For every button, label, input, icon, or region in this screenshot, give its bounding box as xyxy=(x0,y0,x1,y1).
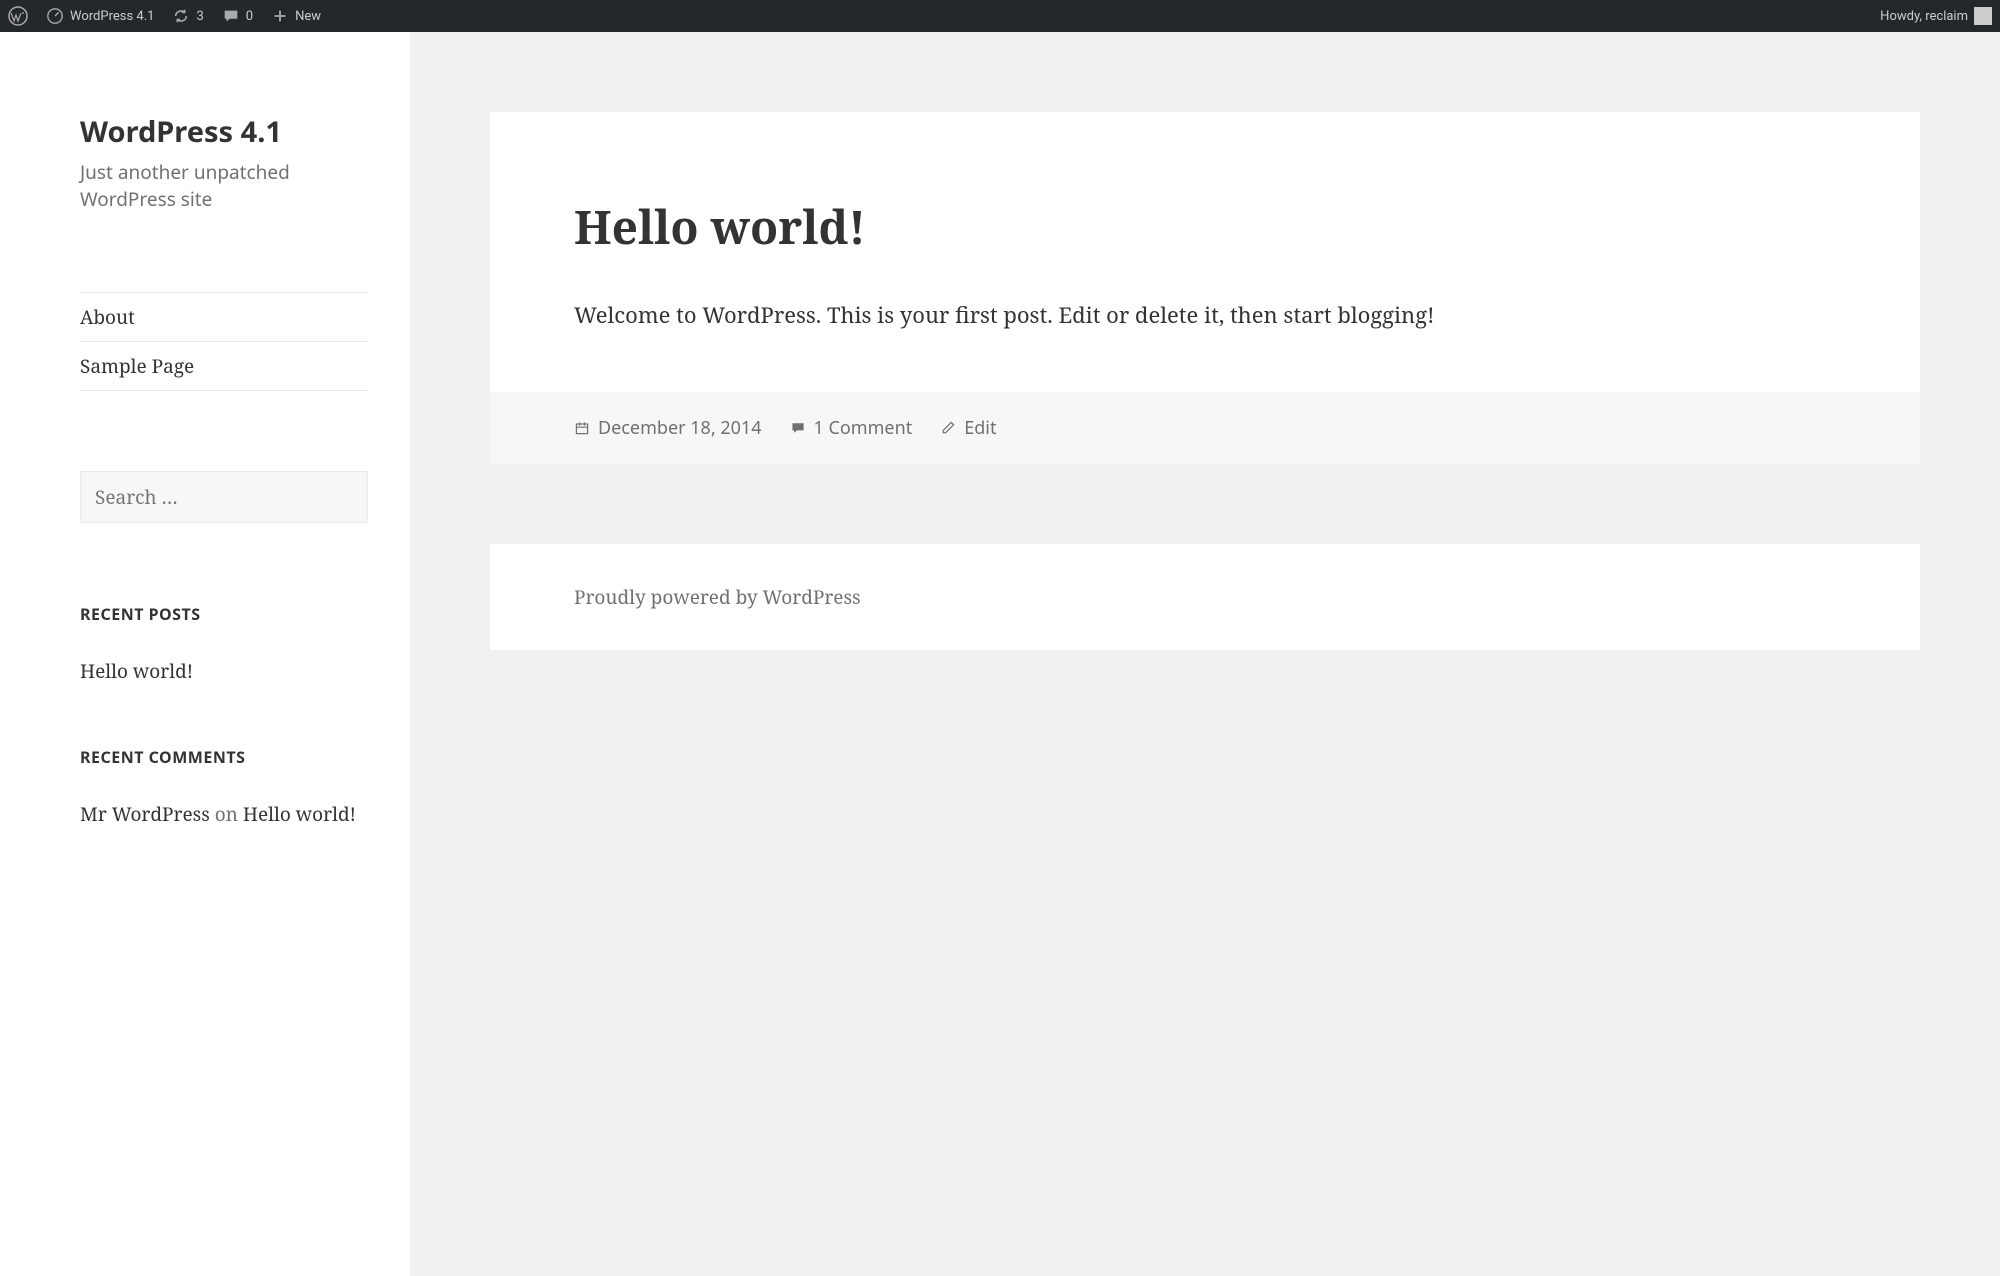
recent-posts-list: Hello world! xyxy=(80,657,368,686)
post-title-link[interactable]: Hello world! xyxy=(574,196,866,258)
powered-by-link[interactable]: Proudly powered by WordPress xyxy=(574,584,861,610)
nav-item-about: About xyxy=(80,293,368,342)
post-content: Welcome to WordPress. This is your first… xyxy=(574,298,1836,332)
recent-comments-title: RECENT COMMENTS xyxy=(80,746,368,768)
nav-item-sample-page: Sample Page xyxy=(80,342,368,391)
comment-post-link[interactable]: Hello world! xyxy=(243,801,356,827)
new-content-menu[interactable]: New xyxy=(271,7,321,25)
post-footer: December 18, 2014 1 Comment Edit xyxy=(490,392,1920,464)
refresh-icon xyxy=(172,7,190,25)
site-tagline: Just another unpatched WordPress site xyxy=(80,159,368,212)
page-wrap: WordPress 4.1 Just another unpatched Wor… xyxy=(0,32,2000,1276)
wordpress-logo-icon xyxy=(8,6,28,26)
post-date-item: December 18, 2014 xyxy=(574,416,762,440)
plus-icon xyxy=(271,7,289,25)
main-content: Hello world! Welcome to WordPress. This … xyxy=(410,32,2000,1276)
sidebar: WordPress 4.1 Just another unpatched Wor… xyxy=(0,32,410,1276)
user-menu[interactable]: Howdy, reclaim xyxy=(1880,7,1992,25)
admin-bar: WordPress 4.1 3 0 New Howdy, reclaim xyxy=(0,0,2000,32)
nav-link-sample-page[interactable]: Sample Page xyxy=(80,342,368,390)
site-title[interactable]: WordPress 4.1 xyxy=(80,112,368,151)
comment-author-link[interactable]: Mr WordPress xyxy=(80,801,210,827)
post-edit-item: Edit xyxy=(940,416,996,440)
list-item: Mr WordPress on Hello world! xyxy=(80,800,368,829)
howdy-text: Howdy, reclaim xyxy=(1880,9,1968,24)
recent-post-link[interactable]: Hello world! xyxy=(80,658,193,684)
comment-icon xyxy=(222,7,240,25)
post-body: Hello world! Welcome to WordPress. This … xyxy=(490,112,1920,392)
search-input[interactable] xyxy=(80,471,368,523)
on-word: on xyxy=(210,801,243,827)
post-edit-link[interactable]: Edit xyxy=(964,416,996,440)
site-name-label: WordPress 4.1 xyxy=(70,9,154,24)
post: Hello world! Welcome to WordPress. This … xyxy=(490,112,1920,464)
post-title[interactable]: Hello world! xyxy=(574,196,1836,258)
calendar-icon xyxy=(574,420,590,436)
comments-menu[interactable]: 0 xyxy=(222,7,253,25)
recent-posts-title: RECENT POSTS xyxy=(80,603,368,625)
site-footer: Proudly powered by WordPress xyxy=(490,544,1920,650)
recent-comments-list: Mr WordPress on Hello world! xyxy=(80,800,368,829)
post-date-link[interactable]: December 18, 2014 xyxy=(598,416,762,440)
updates-count: 3 xyxy=(196,9,203,24)
dashboard-icon xyxy=(46,7,64,25)
site-name-menu[interactable]: WordPress 4.1 xyxy=(46,7,154,25)
post-comments-item: 1 Comment xyxy=(790,416,913,440)
recent-posts-widget: RECENT POSTS Hello world! xyxy=(80,603,368,686)
recent-comments-widget: RECENT COMMENTS Mr WordPress on Hello wo… xyxy=(80,746,368,829)
comment-icon xyxy=(790,420,806,436)
updates-menu[interactable]: 3 xyxy=(172,7,203,25)
new-label: New xyxy=(295,9,321,24)
wp-logo-menu[interactable] xyxy=(8,6,28,26)
edit-icon xyxy=(940,420,956,436)
list-item: Hello world! xyxy=(80,657,368,686)
comments-count: 0 xyxy=(246,9,253,24)
admin-bar-right: Howdy, reclaim xyxy=(1880,7,1992,25)
nav-menu: About Sample Page xyxy=(80,292,368,391)
nav-link-about[interactable]: About xyxy=(80,293,368,341)
avatar xyxy=(1974,7,1992,25)
admin-bar-left: WordPress 4.1 3 0 New xyxy=(8,6,321,26)
post-comments-link[interactable]: 1 Comment xyxy=(814,416,913,440)
